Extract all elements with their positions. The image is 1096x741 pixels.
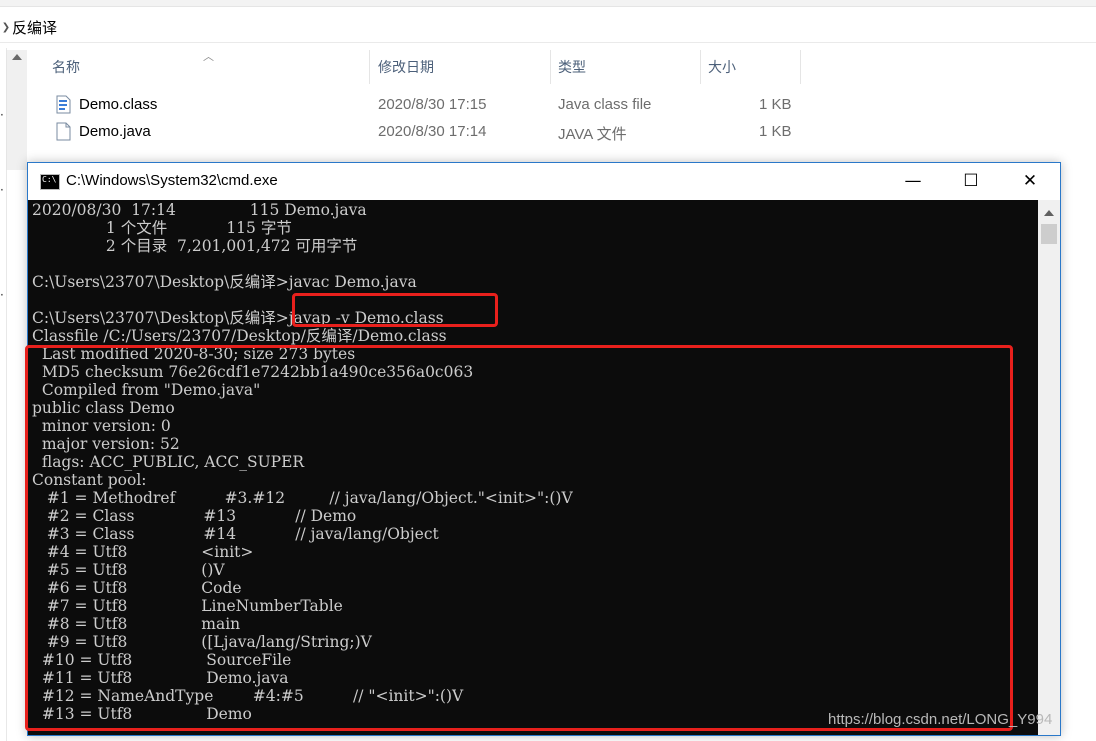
file-row-java[interactable]: Demo.java 2020/8/30 17:14 JAVA 文件 1 KB	[26, 119, 1096, 146]
cmd-title-bar[interactable]: C:\ C:\Windows\System32\cmd.exe — ☐ ✕	[28, 163, 1060, 200]
column-header-name[interactable]: 名称	[52, 50, 80, 84]
column-header-date[interactable]: 修改日期	[378, 50, 434, 84]
breadcrumb[interactable]: ❯ 反编译	[0, 14, 57, 40]
file-row-class[interactable]: Demo.class 2020/8/30 17:15 Java class fi…	[26, 92, 1096, 119]
console-scrollbar[interactable]	[1038, 200, 1060, 735]
file-size: 1 KB	[759, 96, 792, 113]
cmd-window-title: C:\Windows\System32\cmd.exe	[66, 172, 278, 189]
file-type: JAVA 文件	[558, 126, 627, 143]
scroll-up-icon[interactable]	[1044, 210, 1054, 216]
console-line: C:\Users\23707\Desktop\反编译>javac Demo.ja…	[32, 273, 417, 291]
maximize-button[interactable]: ☐	[941, 163, 1001, 200]
column-divider[interactable]	[550, 50, 551, 84]
divider	[0, 42, 1096, 43]
explorer-scrollbar[interactable]	[6, 50, 27, 170]
toolbar-strip	[0, 0, 1096, 7]
close-button[interactable]: ✕	[1000, 163, 1060, 200]
annotation-box-command	[292, 293, 498, 327]
column-header-type[interactable]: 类型	[558, 50, 586, 84]
file-type: Java class file	[558, 96, 652, 113]
file-date: 2020/8/30 17:15	[378, 96, 487, 113]
column-divider[interactable]	[800, 50, 801, 84]
annotation-box-output	[25, 345, 1013, 731]
minimize-button[interactable]: —	[883, 163, 943, 200]
column-divider[interactable]	[700, 50, 701, 84]
console-line: 2020/08/30 17:14 115 Demo.java	[32, 201, 367, 219]
chevron-right-icon[interactable]: ❯	[0, 22, 12, 33]
console-line: Classfile /C:/Users/23707/Desktop/反编译/De…	[32, 327, 447, 345]
nav-fragment: ·	[0, 183, 4, 197]
console-line: 2 个目录 7,201,001,472 可用字节	[32, 237, 358, 255]
file-size: 1 KB	[759, 123, 792, 140]
nav-fragment: ·	[0, 288, 4, 302]
console-line: 1 个文件 115 字节	[32, 219, 292, 237]
file-name[interactable]: Demo.class	[79, 96, 157, 113]
class-file-icon	[56, 95, 71, 114]
column-header-row: 名称 修改日期 类型 大小	[26, 50, 1096, 84]
document-file-icon	[56, 122, 71, 141]
breadcrumb-folder[interactable]: 反编译	[12, 17, 57, 38]
watermark: https://blog.csdn.net/LONG_Y⁠⁠994	[828, 711, 1053, 728]
console-icon: C:\	[40, 174, 60, 190]
file-date: 2020/8/30 17:14	[378, 123, 487, 140]
file-name[interactable]: Demo.java	[79, 123, 151, 140]
scroll-thumb[interactable]	[1041, 224, 1057, 244]
scroll-up-icon[interactable]	[12, 54, 22, 60]
column-divider[interactable]	[369, 50, 370, 84]
column-header-size[interactable]: 大小	[708, 50, 736, 84]
nav-fragment: ·	[0, 108, 4, 122]
